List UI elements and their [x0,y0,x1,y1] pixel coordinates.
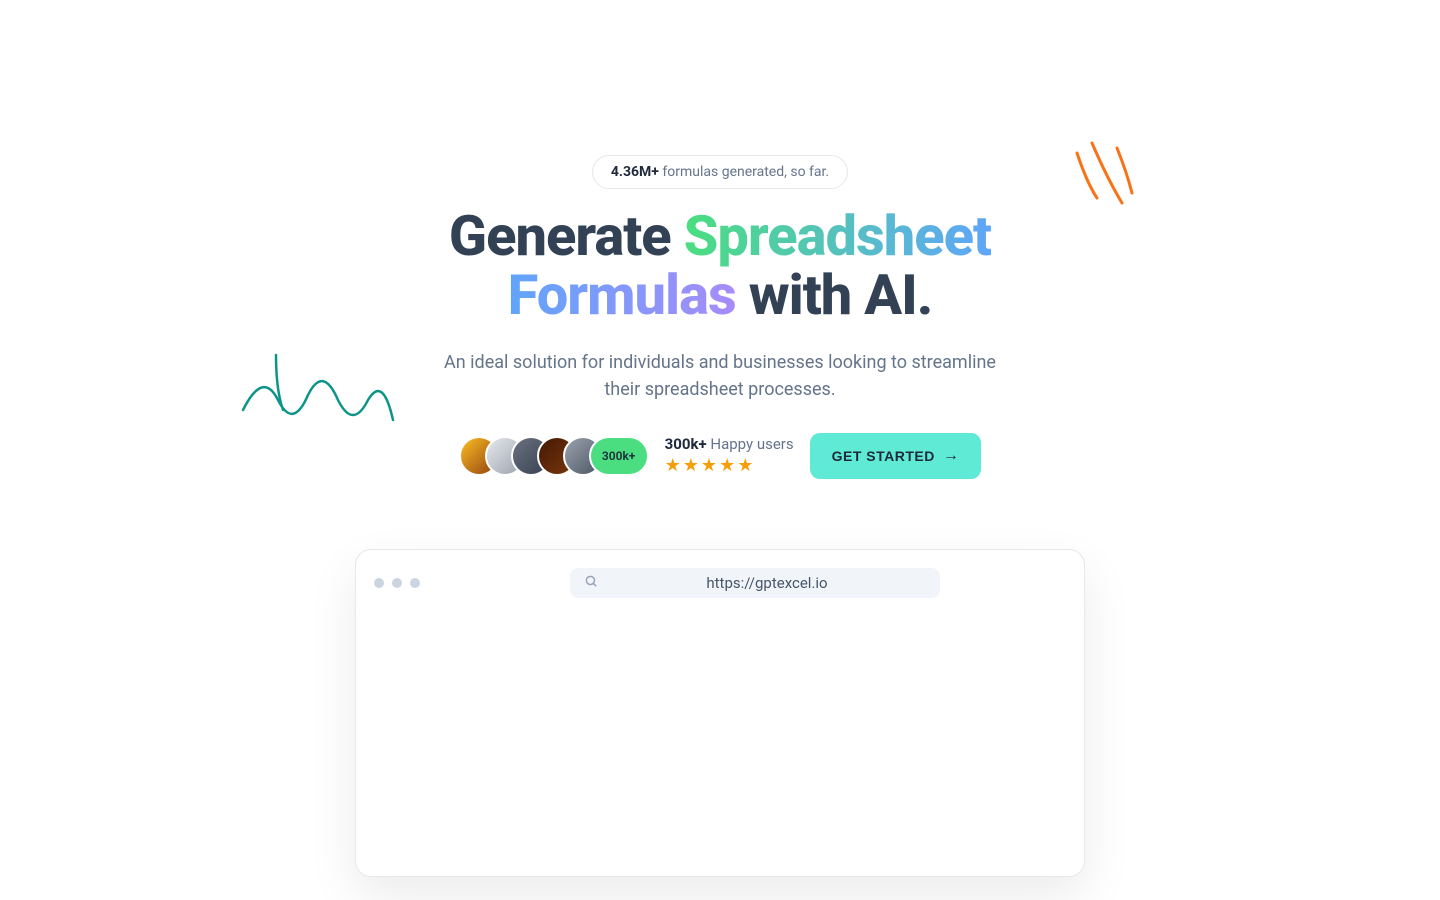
user-count-text: 300k+ Happy users [665,435,794,453]
browser-mockup: https://gptexcel.io [355,549,1085,877]
headline-part2: with AI. [736,262,933,328]
star-icon: ★ [665,455,681,476]
star-icon: ★ [683,455,699,476]
stats-badge: 4.36M+ formulas generated, so far. [592,155,848,189]
subtitle-text: An ideal solution for individuals and bu… [440,349,1000,403]
star-icon: ★ [719,455,735,476]
url-bar: https://gptexcel.io [570,568,940,598]
star-rating: ★ ★ ★ ★ ★ [665,455,794,476]
main-headline: Generate Spreadsheet Formulas with AI. [449,207,991,325]
avatar-count-pill: 300k+ [589,436,649,476]
headline-part1: Generate [449,203,684,269]
window-dot-icon [410,578,420,588]
url-text: https://gptexcel.io [608,574,926,592]
decoration-squiggle-right [1072,138,1142,212]
star-icon: ★ [737,455,753,476]
window-dot-icon [374,578,384,588]
headline-highlight2: Formulas [508,262,736,328]
arrow-right-icon: → [943,447,960,465]
stats-text: formulas generated, so far. [659,164,829,180]
social-proof-row: 300k+ 300k+ Happy users ★ ★ ★ ★ ★ GET ST… [459,433,982,479]
window-dot-icon [392,578,402,588]
star-icon: ★ [701,455,717,476]
search-icon [584,574,598,592]
user-stats: 300k+ Happy users ★ ★ ★ ★ ★ [665,435,794,476]
browser-content [374,598,1066,858]
decoration-squiggle-left [238,350,398,444]
headline-highlight1: Spreadsheet [684,203,991,269]
user-count-number: 300k+ [665,435,707,453]
get-started-button[interactable]: GET STARTED → [810,433,982,479]
browser-toolbar: https://gptexcel.io [374,568,1066,598]
user-count-label: Happy users [707,435,794,453]
avatar-stack: 300k+ [459,436,649,476]
cta-label: GET STARTED [832,448,935,464]
stats-count: 4.36M+ [611,164,659,180]
window-controls [374,578,420,588]
